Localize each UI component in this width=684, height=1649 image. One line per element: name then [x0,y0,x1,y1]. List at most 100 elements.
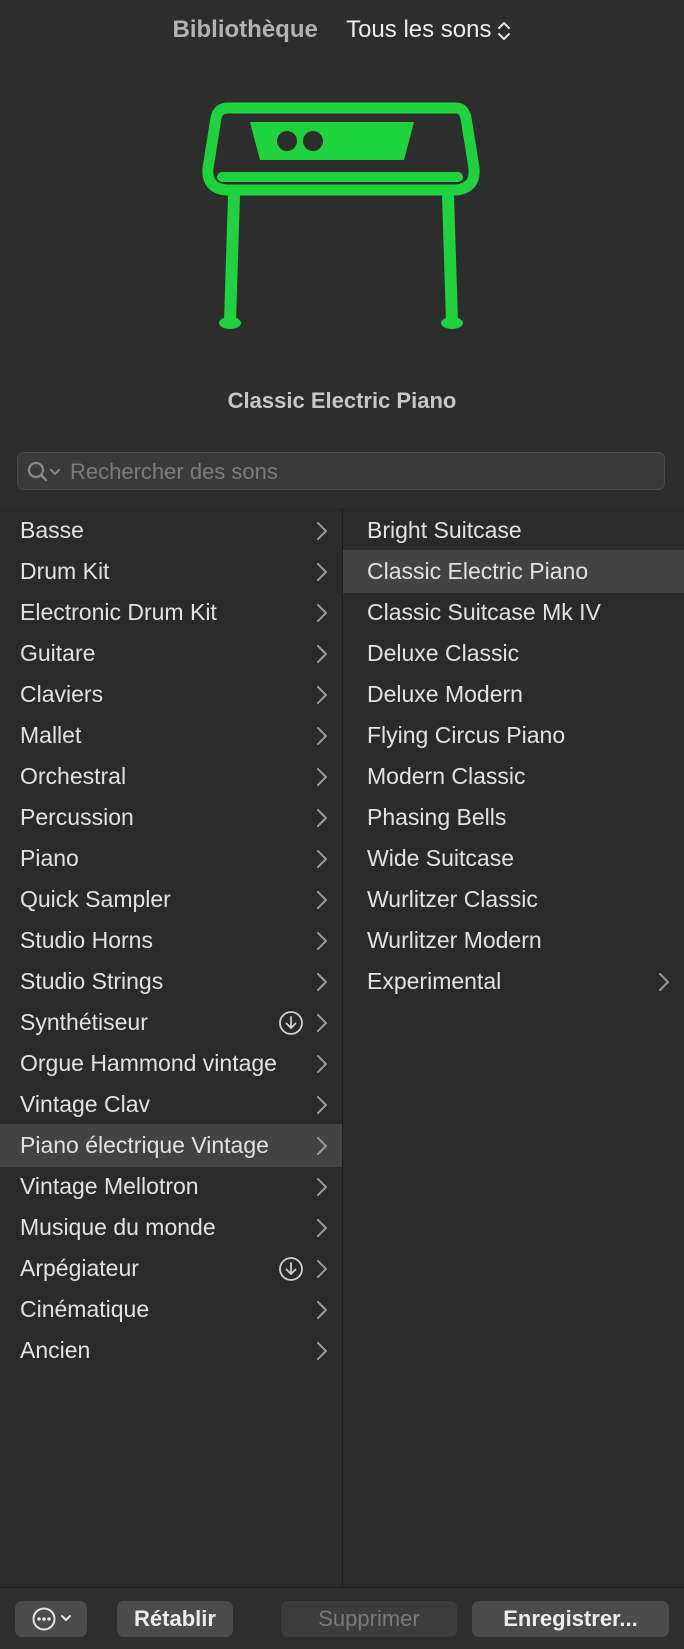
category-list: Basse Drum Kit Electronic Drum Kit Guitare C… [0,508,342,1587]
category-label: Mallet [20,722,82,748]
category-item[interactable]: Orgue Hammond vintage [0,1042,342,1085]
category-label: Claviers [20,681,104,707]
chevron-right-icon [317,809,327,827]
download-icon[interactable] [278,1010,304,1036]
chevron-right-icon [317,1055,327,1073]
sound-label: Phasing Bells [367,804,507,830]
category-label: Vintage Mellotron [20,1173,199,1199]
chevron-right-icon [317,563,327,581]
category-item[interactable]: Ancien [0,1329,342,1372]
library-label: Bibliothèque [172,16,318,43]
chevron-right-icon [317,1096,327,1114]
category-item[interactable]: Electronic Drum Kit [0,591,342,634]
category-item[interactable]: Drum Kit [0,550,342,593]
sound-item[interactable]: Wurlitzer Modern [343,919,684,962]
category-item[interactable]: Orchestral [0,755,342,798]
sound-item[interactable]: Classic Suitcase Mk IV [343,591,684,634]
category-item[interactable]: Musique du monde [0,1206,342,1249]
chevron-right-icon [659,973,669,991]
category-label: Studio Horns [20,927,153,953]
category-label: Ancien [20,1337,91,1363]
category-item[interactable]: Basse [0,509,342,552]
sound-item[interactable]: Deluxe Classic [343,632,684,675]
action-menu-button[interactable] [15,1601,87,1637]
category-item[interactable]: Studio Horns [0,919,342,962]
sound-label: Bright Suitcase [367,517,522,543]
sound-filter-popup[interactable]: Tous les sons [346,16,511,43]
category-item[interactable]: Vintage Clav [0,1083,342,1126]
category-label: Orgue Hammond vintage [20,1050,277,1076]
category-label: Orchestral [20,763,127,789]
sound-item[interactable]: Classic Electric Piano [343,550,684,593]
chevron-right-icon [317,1178,327,1196]
chevron-right-icon [317,1014,327,1032]
chevron-right-icon [317,1301,327,1319]
category-label: Piano électrique Vintage [20,1132,269,1158]
library-footer: Rétablir Supprimer Enregistrer... [0,1587,684,1649]
chevron-right-icon [317,850,327,868]
library-header: Bibliothèque Tous les sons Classic Elect… [0,0,684,508]
category-item[interactable]: Piano [0,837,342,880]
category-label: Guitare [20,640,96,666]
sound-item[interactable]: Deluxe Modern [343,673,684,716]
category-item[interactable]: Arpégiateur [0,1247,342,1290]
sound-folder-item[interactable]: Experimental [343,960,684,1003]
category-label: Arpégiateur [20,1255,139,1281]
category-label: Basse [20,517,84,543]
category-item[interactable]: Guitare [0,632,342,675]
category-item[interactable]: Vintage Mellotron [0,1165,342,1208]
sound-label: Wurlitzer Classic [367,886,538,912]
category-label: Musique du monde [20,1214,216,1240]
save-button[interactable]: Enregistrer... [472,1601,669,1637]
category-label: Piano [20,845,79,871]
sound-label: Modern Classic [367,763,526,789]
search-input[interactable] [68,453,662,491]
sound-item[interactable]: Wide Suitcase [343,837,684,880]
delete-button[interactable]: Supprimer [281,1601,457,1637]
category-item[interactable]: Cinématique [0,1288,342,1331]
sound-label: Wide Suitcase [367,845,515,871]
category-label: Percussion [20,804,134,830]
sound-item[interactable]: Phasing Bells [343,796,684,839]
chevron-right-icon [317,973,327,991]
sound-item[interactable]: Flying Circus Piano [343,714,684,757]
up-down-chevron-icon [498,21,511,40]
category-item[interactable]: Quick Sampler [0,878,342,921]
sound-label: Flying Circus Piano [367,722,566,748]
sound-label: Deluxe Modern [367,681,523,707]
category-item[interactable]: Percussion [0,796,342,839]
chevron-right-icon [317,645,327,663]
category-label: Quick Sampler [20,886,171,912]
chevron-right-icon [317,1260,327,1278]
revert-button[interactable]: Rétablir [117,1601,233,1637]
sound-search-field[interactable] [17,452,665,491]
category-label: Electronic Drum Kit [20,599,217,625]
chevron-right-icon [317,1137,327,1155]
sound-item[interactable]: Modern Classic [343,755,684,798]
chevron-right-icon [317,604,327,622]
sound-item[interactable]: Wurlitzer Classic [343,878,684,921]
category-label: Drum Kit [20,558,110,584]
download-icon[interactable] [278,1256,304,1282]
selected-instrument-name: Classic Electric Piano [227,388,457,413]
category-item[interactable]: Claviers [0,673,342,716]
search-icon[interactable] [26,460,64,484]
ellipsis-circle-icon [32,1607,71,1631]
chevron-right-icon [317,522,327,540]
chevron-right-icon [317,932,327,950]
category-item[interactable]: Synthétiseur [0,1001,342,1044]
sound-item[interactable]: Bright Suitcase [343,509,684,552]
category-label: Studio Strings [20,968,164,994]
category-label: Cinématique [20,1296,150,1322]
chevron-right-icon [317,1219,327,1237]
category-item[interactable]: Piano électrique Vintage [0,1124,342,1167]
sound-filter-value: Tous les sons [346,16,492,43]
category-item[interactable]: Studio Strings [0,960,342,1003]
chevron-right-icon [317,727,327,745]
chevron-right-icon [317,1342,327,1360]
sound-label: Classic Electric Piano [367,558,589,584]
sound-list: Bright Suitcase Classic Electric Piano Cla… [343,508,684,1587]
category-label: Vintage Clav [20,1091,150,1117]
category-label: Synthétiseur [20,1009,148,1035]
category-item[interactable]: Mallet [0,714,342,757]
